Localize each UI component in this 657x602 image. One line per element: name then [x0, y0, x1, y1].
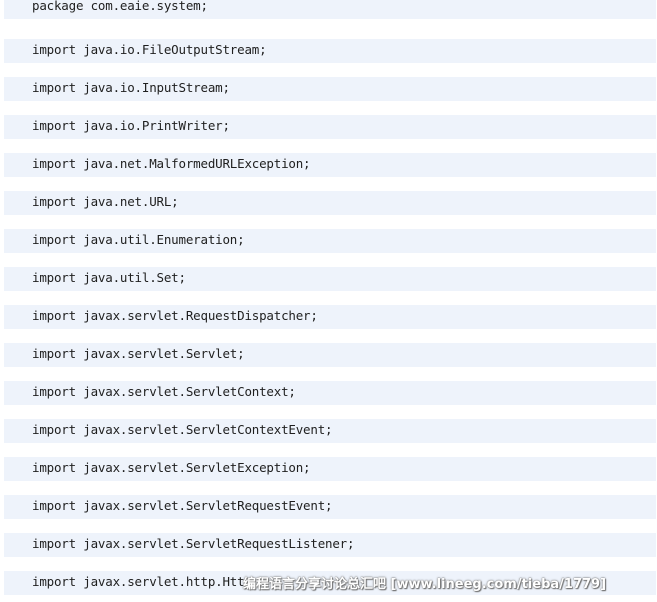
- code-line: import java.io.InputStream;: [4, 77, 656, 101]
- code-block: package com.eaie.system; import java.io.…: [0, 0, 657, 602]
- code-line-text: import javax.servlet.ServletContextEvent…: [32, 422, 333, 437]
- code-line: import javax.servlet.Servlet;: [4, 343, 656, 367]
- code-line-text: import java.util.Set;: [32, 270, 186, 285]
- watermark: 编程语言分享讨论总汇吧 [www.lineeg.com/tieba/1779]: [243, 577, 607, 592]
- code-line: import javax.servlet.ServletContext;: [4, 381, 656, 405]
- code-line: import javax.servlet.ServletException;: [4, 457, 656, 481]
- code-line: import java.net.URL;: [4, 191, 656, 215]
- code-line: import java.io.FileOutputStream;: [4, 39, 656, 63]
- code-line: import java.util.Set;: [4, 267, 656, 291]
- code-line: import java.io.PrintWriter;: [4, 115, 656, 139]
- code-line-text: package com.eaie.system;: [32, 0, 208, 13]
- code-line-text: import java.util.Enumeration;: [32, 232, 245, 247]
- code-line-text: import javax.servlet.ServletContext;: [32, 384, 296, 399]
- code-line: import java.net.MalformedURLException;: [4, 153, 656, 177]
- code-line-text: import java.io.FileOutputStream;: [32, 42, 267, 57]
- code-line-text: import javax.servlet.ServletRequestListe…: [32, 536, 355, 551]
- code-line: import javax.servlet.ServletRequestListe…: [4, 533, 656, 557]
- code-line-text: import javax.servlet.Servlet;: [32, 346, 245, 361]
- code-line-text: import java.io.InputStream;: [32, 80, 230, 95]
- code-line-text: import javax.servlet.ServletException;: [32, 460, 311, 475]
- code-line-text: import java.net.URL;: [32, 194, 179, 209]
- code-line: import java.util.Enumeration;: [4, 229, 656, 253]
- code-line-text: import javax.servlet.http.Http: [32, 574, 252, 589]
- code-line-text: import java.io.PrintWriter;: [32, 118, 230, 133]
- code-line-text: import javax.servlet.RequestDispatcher;: [32, 308, 318, 323]
- code-line-text: import javax.servlet.ServletRequestEvent…: [32, 498, 333, 513]
- code-line: package com.eaie.system;: [4, 0, 656, 19]
- code-line-text: import java.net.MalformedURLException;: [32, 156, 311, 171]
- code-line: import javax.servlet.ServletContextEvent…: [4, 419, 656, 443]
- code-line: import javax.servlet.RequestDispatcher;: [4, 305, 656, 329]
- code-line: import javax.servlet.ServletRequestEvent…: [4, 495, 656, 519]
